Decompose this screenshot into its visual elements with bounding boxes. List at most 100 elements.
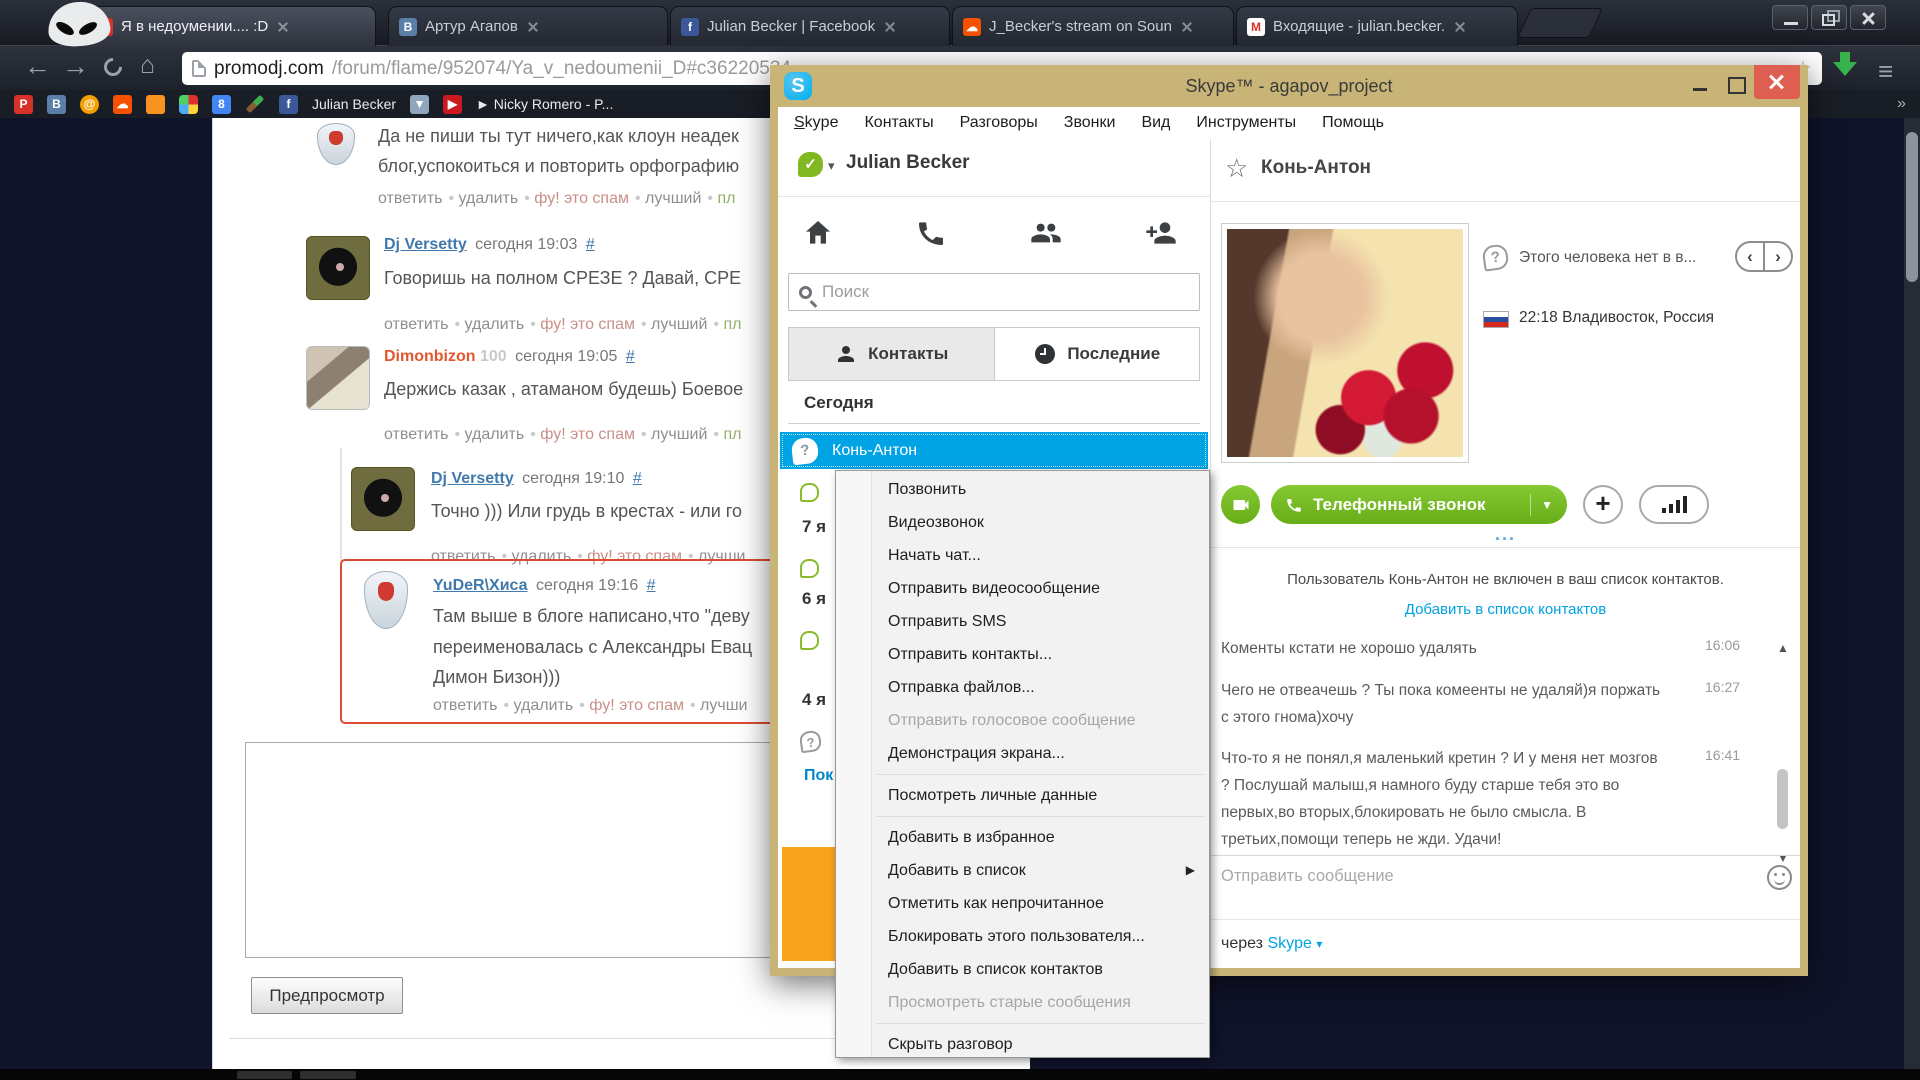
menu-view[interactable]: Вид xyxy=(1141,114,1170,132)
tab-promodj[interactable]: P Я в недоумении.... :D xyxy=(84,6,376,46)
comment-author-link[interactable]: Dj Versetty xyxy=(431,470,514,487)
menu-tools[interactable]: Инструменты xyxy=(1196,114,1296,132)
menu-item-start-chat[interactable]: Начать чат... xyxy=(836,539,1209,572)
close-icon[interactable] xyxy=(1453,20,1467,34)
menu-item-add-to-contact-list[interactable]: Добавить в список контактов xyxy=(836,953,1209,986)
spam-link[interactable]: фу! это спам xyxy=(524,190,629,207)
spam-link[interactable]: фу! это спам xyxy=(579,697,684,714)
comment-anchor-link[interactable]: # xyxy=(586,236,595,253)
minimize-button[interactable] xyxy=(1772,5,1808,30)
menu-contacts[interactable]: Контакты xyxy=(864,114,933,132)
tab-gmail[interactable]: M Входящие - julian.becker. xyxy=(1236,6,1518,46)
chevron-down-icon[interactable]: ▼ xyxy=(1541,498,1553,512)
close-icon[interactable] xyxy=(276,20,290,34)
tab-facebook[interactable]: f Julian Becker | Facebook xyxy=(670,6,950,46)
bookmark-facebook-icon[interactable]: f xyxy=(279,95,298,114)
bookmark-paintbrush-icon[interactable] xyxy=(246,95,264,113)
menu-item-send-files[interactable]: Отправка файлов... xyxy=(836,671,1209,704)
comment-author-link[interactable]: YuDeR\Xиса xyxy=(433,577,528,594)
menu-item-hide-conversation[interactable]: Скрыть разговор xyxy=(836,1028,1209,1061)
tab-contacts[interactable]: Контакты xyxy=(789,328,995,380)
contact-row-selected[interactable]: ? Конь-Антон xyxy=(780,432,1208,469)
video-call-button[interactable] xyxy=(1221,485,1260,524)
avatar[interactable] xyxy=(306,346,370,410)
menu-item-block-user[interactable]: Блокировать этого пользователя... xyxy=(836,920,1209,953)
menu-item-screen-share[interactable]: Демонстрация экрана... xyxy=(836,737,1209,770)
bookmark-odnoklassniki-icon[interactable] xyxy=(146,95,165,114)
menu-skype[interactable]: Skype xyxy=(794,114,838,132)
bookmark-soundcloud-icon[interactable]: ☁ xyxy=(113,95,132,114)
back-button[interactable]: ← xyxy=(24,53,51,80)
menu-item-video-call[interactable]: Видеозвонок xyxy=(836,506,1209,539)
menu-item-send-video-message[interactable]: Отправить видеосообщение xyxy=(836,572,1209,605)
preview-button[interactable]: Предпросмотр xyxy=(251,977,403,1014)
phone-call-button[interactable]: Телефонный звонок ▼ xyxy=(1271,485,1567,524)
reply-link[interactable]: ответить xyxy=(378,190,443,207)
skype-maximize-button[interactable] xyxy=(1720,71,1750,97)
menu-item-mark-unread[interactable]: Отметить как непрочитанное xyxy=(836,887,1209,920)
self-display-name[interactable]: Julian Becker xyxy=(846,152,970,174)
bookmark-download-icon[interactable]: ▼ xyxy=(410,95,429,114)
search-input[interactable] xyxy=(822,282,1152,302)
delete-link[interactable]: удалить xyxy=(449,190,519,207)
reload-button[interactable] xyxy=(100,54,125,79)
menu-conversations[interactable]: Разговоры xyxy=(960,114,1038,132)
scroll-down-icon[interactable]: ▼ xyxy=(1777,851,1789,865)
avatar[interactable] xyxy=(317,123,355,165)
menu-calls[interactable]: Звонки xyxy=(1064,114,1116,132)
bookmark-google-icon[interactable]: 8 xyxy=(212,95,231,114)
forward-button[interactable]: → xyxy=(62,53,89,80)
menu-item-send-contacts[interactable]: Отправить контакты... xyxy=(836,638,1209,671)
home-button[interactable]: ⌂ xyxy=(140,53,155,78)
favorite-star-icon[interactable]: ☆ xyxy=(1225,153,1248,184)
download-indicator-icon[interactable] xyxy=(1832,52,1858,82)
menu-help[interactable]: Помощь xyxy=(1322,114,1384,132)
emoticon-icon[interactable] xyxy=(1767,865,1792,890)
skype-minimize-button[interactable] xyxy=(1685,71,1715,97)
tab-soundcloud[interactable]: ☁ J_Becker's stream on Soun xyxy=(952,6,1234,46)
avatar[interactable] xyxy=(351,467,415,531)
menu-item-send-sms[interactable]: Отправить SMS xyxy=(836,605,1209,638)
spam-link[interactable]: фу! это спам xyxy=(530,426,635,443)
via-value[interactable]: Skype xyxy=(1267,935,1311,952)
bookmark-youtube-icon[interactable]: ▶ xyxy=(443,95,462,114)
collapse-dots[interactable]: ... xyxy=(1211,529,1800,539)
comment-author-link[interactable]: Dimonbizon xyxy=(384,348,476,365)
comment-author-link[interactable]: Dj Versetty xyxy=(384,236,467,253)
menu-item-call[interactable]: Позвонить xyxy=(836,473,1209,506)
reply-link[interactable]: ответить xyxy=(384,316,449,333)
add-action-button[interactable]: + xyxy=(1583,485,1623,524)
delete-link[interactable]: удалить xyxy=(455,426,525,443)
chevron-down-icon[interactable]: ▾ xyxy=(828,158,835,174)
close-icon[interactable] xyxy=(1180,20,1194,34)
bookmark-mailru-icon[interactable]: @ xyxy=(80,95,99,114)
search-box[interactable] xyxy=(788,273,1200,311)
group-contacts-icon[interactable] xyxy=(1030,217,1062,249)
add-to-contacts-link[interactable]: Добавить в список контактов xyxy=(1211,601,1800,618)
send-via-selector[interactable]: через Skype ▾ xyxy=(1221,935,1322,953)
message-input[interactable] xyxy=(1221,867,1741,886)
skype-close-button[interactable] xyxy=(1754,65,1800,99)
prev-button[interactable]: ‹ xyxy=(1737,243,1765,270)
browser-scrollbar[interactable] xyxy=(1904,118,1920,1069)
add-contact-icon[interactable] xyxy=(1145,217,1177,249)
delete-link[interactable]: удалить xyxy=(455,316,525,333)
scroll-up-icon[interactable]: ▲ xyxy=(1777,641,1789,655)
new-tab-button[interactable] xyxy=(1517,8,1603,38)
bookmark-facebook-label[interactable]: Julian Becker xyxy=(312,96,396,112)
chevron-down-icon[interactable]: ▾ xyxy=(1316,937,1322,951)
home-tab-icon[interactable] xyxy=(802,217,834,249)
show-earlier-link[interactable]: Пок xyxy=(804,767,833,785)
best-link[interactable]: лучший xyxy=(635,190,701,207)
bad-link[interactable]: пл xyxy=(707,190,735,207)
tab-vk[interactable]: B Артур Агапов xyxy=(388,6,668,46)
bookmark-promodj-icon[interactable]: P xyxy=(14,95,33,114)
scrollbar-thumb[interactable] xyxy=(1906,132,1918,282)
comment-anchor-link[interactable]: # xyxy=(626,348,635,365)
best-link[interactable]: лучший xyxy=(641,316,707,333)
restore-button[interactable] xyxy=(1811,5,1847,30)
bookmark-vk-icon[interactable]: B xyxy=(47,95,66,114)
close-icon[interactable] xyxy=(526,20,540,34)
bad-link[interactable]: пл xyxy=(713,426,741,443)
comment-anchor-link[interactable]: # xyxy=(633,470,642,487)
